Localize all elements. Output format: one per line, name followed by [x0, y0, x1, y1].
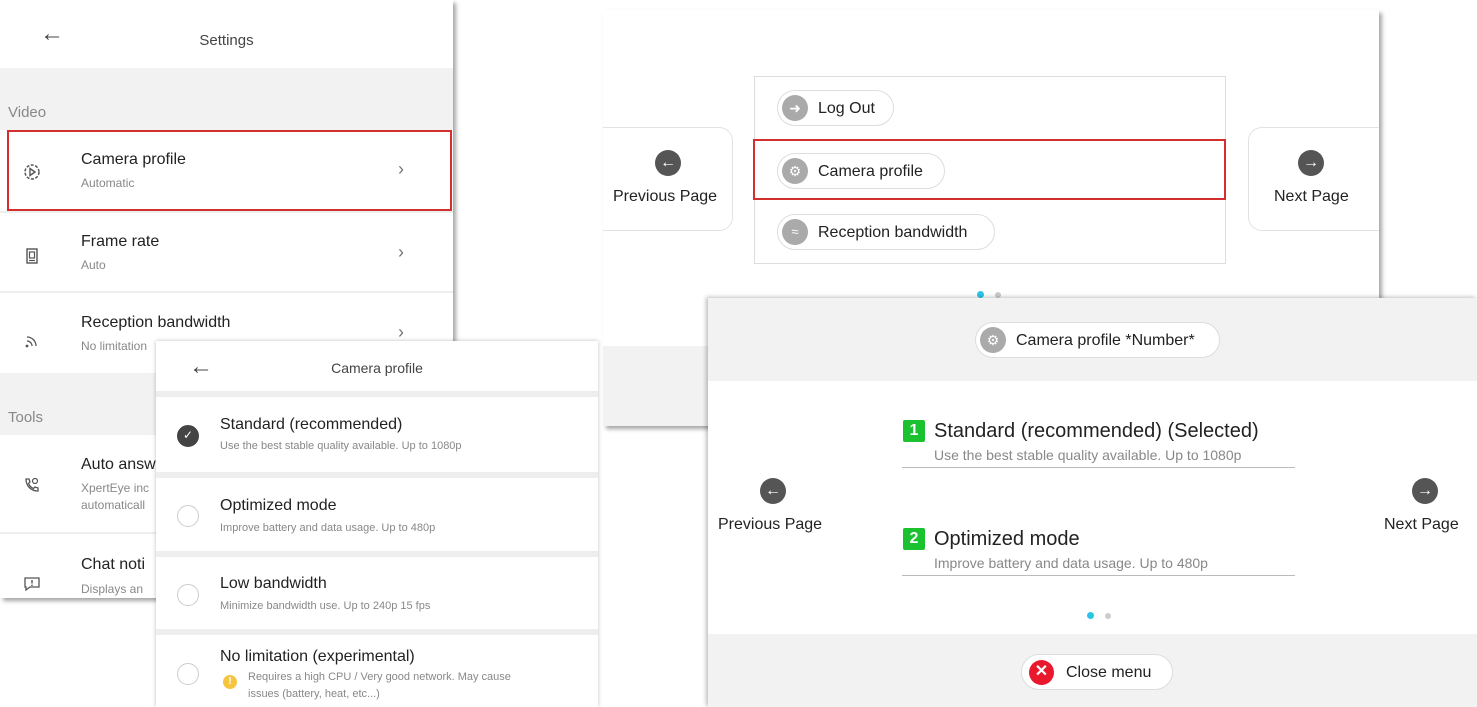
- divider: [902, 575, 1295, 576]
- row-subtitle: Auto: [81, 258, 106, 272]
- page-dot-active: [977, 291, 984, 298]
- next-page-button[interactable]: → Next Page: [1248, 127, 1379, 231]
- chevron-right-icon: ›: [398, 242, 404, 262]
- radio-button[interactable]: [177, 663, 199, 685]
- arrow-left-icon: ←: [655, 150, 681, 176]
- option-subtitle: Requires a high CPU / Very good network.…: [248, 671, 511, 683]
- option-optimized[interactable]: Optimized mode Improve battery and data …: [156, 478, 598, 551]
- warning-icon: !: [223, 675, 237, 689]
- highlight-box: [753, 139, 1226, 200]
- previous-page-button[interactable]: ← Previous Page: [603, 127, 733, 231]
- option-subtitle: Minimize bandwidth use. Up to 240p 15 fp…: [220, 600, 431, 612]
- camera-profile-number-pill[interactable]: ⚙ Camera profile *Number*: [975, 322, 1220, 358]
- option-title: No limitation (experimental): [220, 648, 415, 665]
- row-title: Auto answ: [81, 456, 156, 473]
- row-subtitle: automaticall: [81, 498, 146, 512]
- option-subtitle: issues (battery, heat, etc...): [248, 688, 380, 700]
- next-page-label: Next Page: [1274, 188, 1349, 205]
- camera-profile-header: ← Camera profile: [156, 341, 598, 396]
- next-page-label: Next Page: [1384, 516, 1459, 533]
- check-icon[interactable]: ✓: [177, 425, 199, 447]
- option-title: Optimized mode: [220, 497, 337, 514]
- option-title: Optimized mode: [934, 528, 1080, 550]
- settings-header: ← Settings: [0, 0, 453, 68]
- number-menu-header: ⚙ Camera profile *Number*: [708, 298, 1477, 381]
- camera-profile-panel: ← Camera profile ✓ Standard (recommended…: [156, 341, 598, 707]
- section-video: Video: [0, 68, 453, 130]
- menu-item-log-out[interactable]: ➜ Log Out: [777, 90, 894, 126]
- menu-item-label: Log Out: [818, 100, 875, 117]
- frame-rate-icon: [26, 248, 38, 264]
- settings-title: Settings: [199, 32, 254, 49]
- camera-settings-icon: ⚙: [980, 327, 1006, 353]
- arrow-right-icon: →: [1412, 478, 1438, 504]
- menu-items-box: ➜ Log Out ⚙ Camera profile ≈ Reception b…: [753, 76, 1226, 264]
- option-subtitle: Use the best stable quality available. U…: [934, 447, 1242, 463]
- option-title: Standard (recommended) (Selected): [934, 420, 1259, 442]
- option-title: Low bandwidth: [220, 575, 327, 592]
- number-badge: 2: [903, 528, 925, 550]
- option-no-limitation[interactable]: No limitation (experimental) ! Requires …: [156, 635, 598, 707]
- option-subtitle: Improve battery and data usage. Up to 48…: [220, 522, 436, 534]
- row-subtitle: No limitation: [81, 339, 148, 353]
- row-title: Reception bandwidth: [81, 314, 231, 331]
- auto-answer-icon: [25, 477, 39, 492]
- radio-button[interactable]: [177, 584, 199, 606]
- row-title: Frame rate: [81, 233, 160, 250]
- arrow-left-icon: ←: [760, 478, 786, 504]
- bandwidth-icon: [25, 336, 37, 348]
- header-label: Camera profile *Number*: [1016, 332, 1195, 349]
- page-dot: [1105, 613, 1111, 619]
- menu-item-reception-bandwidth[interactable]: ≈ Reception bandwidth: [777, 214, 995, 250]
- close-menu-button[interactable]: ✕ Close menu: [1021, 654, 1173, 690]
- chevron-right-icon: ›: [398, 322, 404, 342]
- row-subtitle: Displays an: [81, 582, 144, 596]
- highlight-box: [7, 130, 452, 211]
- option-title: Standard (recommended): [220, 416, 403, 433]
- previous-page-label: Previous Page: [718, 516, 823, 533]
- row-title: Chat noti: [81, 556, 146, 573]
- option-subtitle: Improve battery and data usage. Up to 48…: [934, 555, 1208, 571]
- divider: [902, 467, 1295, 468]
- option-standard[interactable]: ✓ Standard (recommended) Use the best st…: [156, 397, 598, 472]
- settings-row-frame-rate[interactable]: Frame rate Auto ›: [0, 213, 453, 291]
- chat-notification-icon: [24, 577, 40, 592]
- menu-item-label: Reception bandwidth: [818, 224, 968, 241]
- wifi-icon: ≈: [782, 219, 808, 245]
- arrow-right-icon: →: [1298, 150, 1324, 176]
- close-menu-label: Close menu: [1066, 664, 1152, 681]
- page-dot-active: [1087, 612, 1094, 619]
- row-subtitle: XpertEye inc: [81, 481, 150, 495]
- camera-profile-title: Camera profile: [331, 360, 423, 376]
- previous-page-label: Previous Page: [613, 188, 718, 205]
- option-low-bandwidth[interactable]: Low bandwidth Minimize bandwidth use. Up…: [156, 557, 598, 629]
- number-badge: 1: [903, 420, 925, 442]
- logout-icon: ➜: [782, 95, 808, 121]
- radio-button[interactable]: [177, 505, 199, 527]
- camera-profile-number-panel: ⚙ Camera profile *Number* ← Previous Pag…: [708, 298, 1477, 707]
- option-subtitle: Use the best stable quality available. U…: [220, 440, 462, 452]
- close-icon: ✕: [1029, 660, 1054, 685]
